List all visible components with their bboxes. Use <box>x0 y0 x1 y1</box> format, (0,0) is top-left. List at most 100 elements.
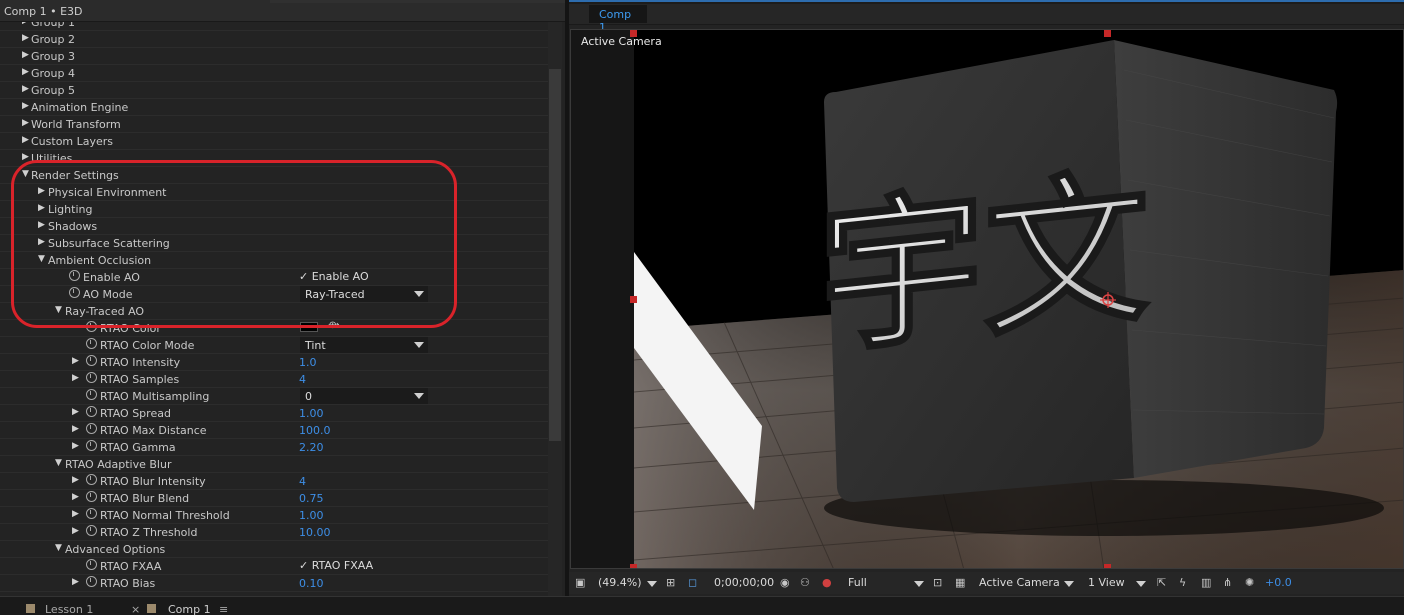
stopwatch-icon[interactable] <box>86 372 97 383</box>
property-row-rtao-samples[interactable]: ▶ RTAO Samples 4 <box>0 371 548 388</box>
layer-handle[interactable] <box>630 564 637 568</box>
property-row-rtao-fxaa[interactable]: RTAO FXAA ✓ RTAO FXAA <box>0 558 548 575</box>
view-layout-select[interactable]: 1 View <box>1088 576 1125 589</box>
layer-handle[interactable] <box>630 30 637 37</box>
property-value[interactable]: 4 <box>299 475 306 488</box>
fast-previews-icon[interactable]: ϟ <box>1179 576 1186 589</box>
exposure-value[interactable]: +0.0 <box>1265 576 1292 589</box>
disclosure-collapsed-icon[interactable]: ▶ <box>22 101 29 111</box>
always-preview-icon[interactable]: ▣ <box>575 576 585 589</box>
property-dropdown[interactable]: 0 <box>300 388 428 404</box>
timeline-icon[interactable]: ▥ <box>1201 576 1211 589</box>
property-row-rtao-normal-threshold[interactable]: ▶ RTAO Normal Threshold 1.00 <box>0 507 548 524</box>
disclosure-collapsed-icon[interactable]: ▶ <box>72 492 79 502</box>
disclosure-collapsed-icon[interactable]: ▶ <box>72 373 79 383</box>
stopwatch-icon[interactable] <box>86 355 97 366</box>
property-row-rtao-gamma[interactable]: ▶ RTAO Gamma 2.20 <box>0 439 548 456</box>
disclosure-collapsed-icon[interactable]: ▶ <box>72 526 79 536</box>
mask-visibility-icon[interactable]: ◻ <box>688 576 697 589</box>
stopwatch-icon[interactable] <box>86 423 97 434</box>
property-row-rtao-adaptive-blur[interactable]: ▼ RTAO Adaptive Blur <box>0 456 548 473</box>
view-layout-dropdown-icon[interactable] <box>1136 581 1146 587</box>
stopwatch-icon[interactable] <box>86 406 97 417</box>
property-value[interactable]: 2.20 <box>299 441 324 454</box>
disclosure-collapsed-icon[interactable]: ▶ <box>72 577 79 587</box>
zoom-dropdown-icon[interactable] <box>647 581 657 587</box>
property-row-world-transform[interactable]: ▶ World Transform <box>0 116 548 133</box>
property-row-advanced-options[interactable]: ▼ Advanced Options <box>0 541 548 558</box>
disclosure-collapsed-icon[interactable]: ▶ <box>72 475 79 485</box>
property-row-rtao-blur-intensity[interactable]: ▶ RTAO Blur Intensity 4 <box>0 473 548 490</box>
show-snapshot-icon[interactable]: ⚇ <box>800 576 810 589</box>
layer-handle[interactable] <box>1104 564 1111 568</box>
property-value[interactable]: 10.00 <box>299 526 331 539</box>
disclosure-collapsed-icon[interactable]: ▶ <box>22 84 29 94</box>
stopwatch-icon[interactable] <box>86 491 97 502</box>
resolution-select[interactable]: Full <box>848 576 867 589</box>
property-row-rtao-multisampling[interactable]: RTAO Multisampling 0 <box>0 388 548 405</box>
property-row-group-4[interactable]: ▶ Group 4 <box>0 65 548 82</box>
property-row-rtao-color-mode[interactable]: RTAO Color Mode Tint <box>0 337 548 354</box>
exposure-reset-icon[interactable]: ✺ <box>1245 576 1254 589</box>
property-checkbox[interactable]: ✓ RTAO FXAA <box>299 559 373 572</box>
layer-handle[interactable] <box>1104 30 1111 37</box>
disclosure-collapsed-icon[interactable]: ▶ <box>72 356 79 366</box>
disclosure-collapsed-icon[interactable]: ▶ <box>22 33 29 43</box>
disclosure-collapsed-icon[interactable]: ▶ <box>72 407 79 417</box>
resolution-dropdown-icon[interactable] <box>914 581 924 587</box>
snapshot-icon[interactable]: ◉ <box>780 576 790 589</box>
zoom-level[interactable]: (49.4%) <box>598 576 642 589</box>
disclosure-collapsed-icon[interactable]: ▶ <box>22 50 29 60</box>
stopwatch-icon[interactable] <box>86 559 97 570</box>
layer-handle[interactable] <box>630 296 637 303</box>
vertical-scrollbar[interactable] <box>548 22 562 596</box>
panel-menu-icon[interactable]: ≡ <box>219 603 228 615</box>
stopwatch-icon[interactable] <box>86 508 97 519</box>
property-value[interactable]: 1.0 <box>299 356 317 369</box>
region-of-interest-icon[interactable]: ⊡ <box>933 576 942 589</box>
property-value[interactable]: 0.75 <box>299 492 324 505</box>
property-value[interactable]: 100.0 <box>299 424 331 437</box>
property-row-rtao-blur-blend[interactable]: ▶ RTAO Blur Blend 0.75 <box>0 490 548 507</box>
tab-comp-1[interactable]: Comp 1 <box>589 5 647 34</box>
stopwatch-icon[interactable] <box>86 474 97 485</box>
property-value[interactable]: 4 <box>299 373 306 386</box>
toggle-pixel-aspect-icon[interactable]: ⇱ <box>1157 576 1166 589</box>
disclosure-expanded-icon[interactable]: ▼ <box>55 458 62 468</box>
property-row-rtao-intensity[interactable]: ▶ RTAO Intensity 1.0 <box>0 354 548 371</box>
fit-icon[interactable]: ⊞ <box>666 576 675 589</box>
property-value[interactable]: 1.00 <box>299 509 324 522</box>
disclosure-collapsed-icon[interactable]: ▶ <box>22 67 29 77</box>
property-row-group-2[interactable]: ▶ Group 2 <box>0 31 548 48</box>
property-row-rtao-spread[interactable]: ▶ RTAO Spread 1.00 <box>0 405 548 422</box>
disclosure-collapsed-icon[interactable]: ▶ <box>22 118 29 128</box>
stopwatch-icon[interactable] <box>86 440 97 451</box>
property-row-rtao-bias[interactable]: ▶ RTAO Bias 0.10 <box>0 575 548 592</box>
transparency-grid-icon[interactable]: ▦ <box>955 576 965 589</box>
disclosure-collapsed-icon[interactable]: ▶ <box>72 509 79 519</box>
camera-view-select[interactable]: Active Camera <box>979 576 1060 589</box>
flowchart-icon[interactable]: ⋔ <box>1223 576 1232 589</box>
disclosure-collapsed-icon[interactable]: ▶ <box>72 424 79 434</box>
property-row-rtao-max-distance[interactable]: ▶ RTAO Max Distance 100.0 <box>0 422 548 439</box>
timecode[interactable]: 0;00;00;00 <box>714 576 774 589</box>
viewport[interactable]: 宇文 Active Camera <box>570 29 1404 569</box>
disclosure-collapsed-icon[interactable]: ▶ <box>72 441 79 451</box>
property-value[interactable]: 1.00 <box>299 407 324 420</box>
stopwatch-icon[interactable] <box>86 389 97 400</box>
tab-lesson-1[interactable]: Lesson 1 <box>45 603 93 615</box>
property-value[interactable]: 0.10 <box>299 577 324 590</box>
stopwatch-icon[interactable] <box>86 525 97 536</box>
scrollbar-thumb[interactable] <box>549 69 561 441</box>
color-channel-icon[interactable]: ● <box>822 576 832 589</box>
disclosure-collapsed-icon[interactable]: ▶ <box>22 135 29 145</box>
camera-dropdown-icon[interactable] <box>1064 581 1074 587</box>
tab-comp-1-timeline[interactable]: Comp 1 <box>168 603 211 615</box>
property-row-animation-engine[interactable]: ▶ Animation Engine <box>0 99 548 116</box>
property-row-custom-layers[interactable]: ▶ Custom Layers <box>0 133 548 150</box>
stopwatch-icon[interactable] <box>86 576 97 587</box>
property-dropdown[interactable]: Tint <box>300 337 428 353</box>
stopwatch-icon[interactable] <box>86 338 97 349</box>
disclosure-expanded-icon[interactable]: ▼ <box>55 543 62 553</box>
close-icon[interactable]: × <box>131 603 140 615</box>
